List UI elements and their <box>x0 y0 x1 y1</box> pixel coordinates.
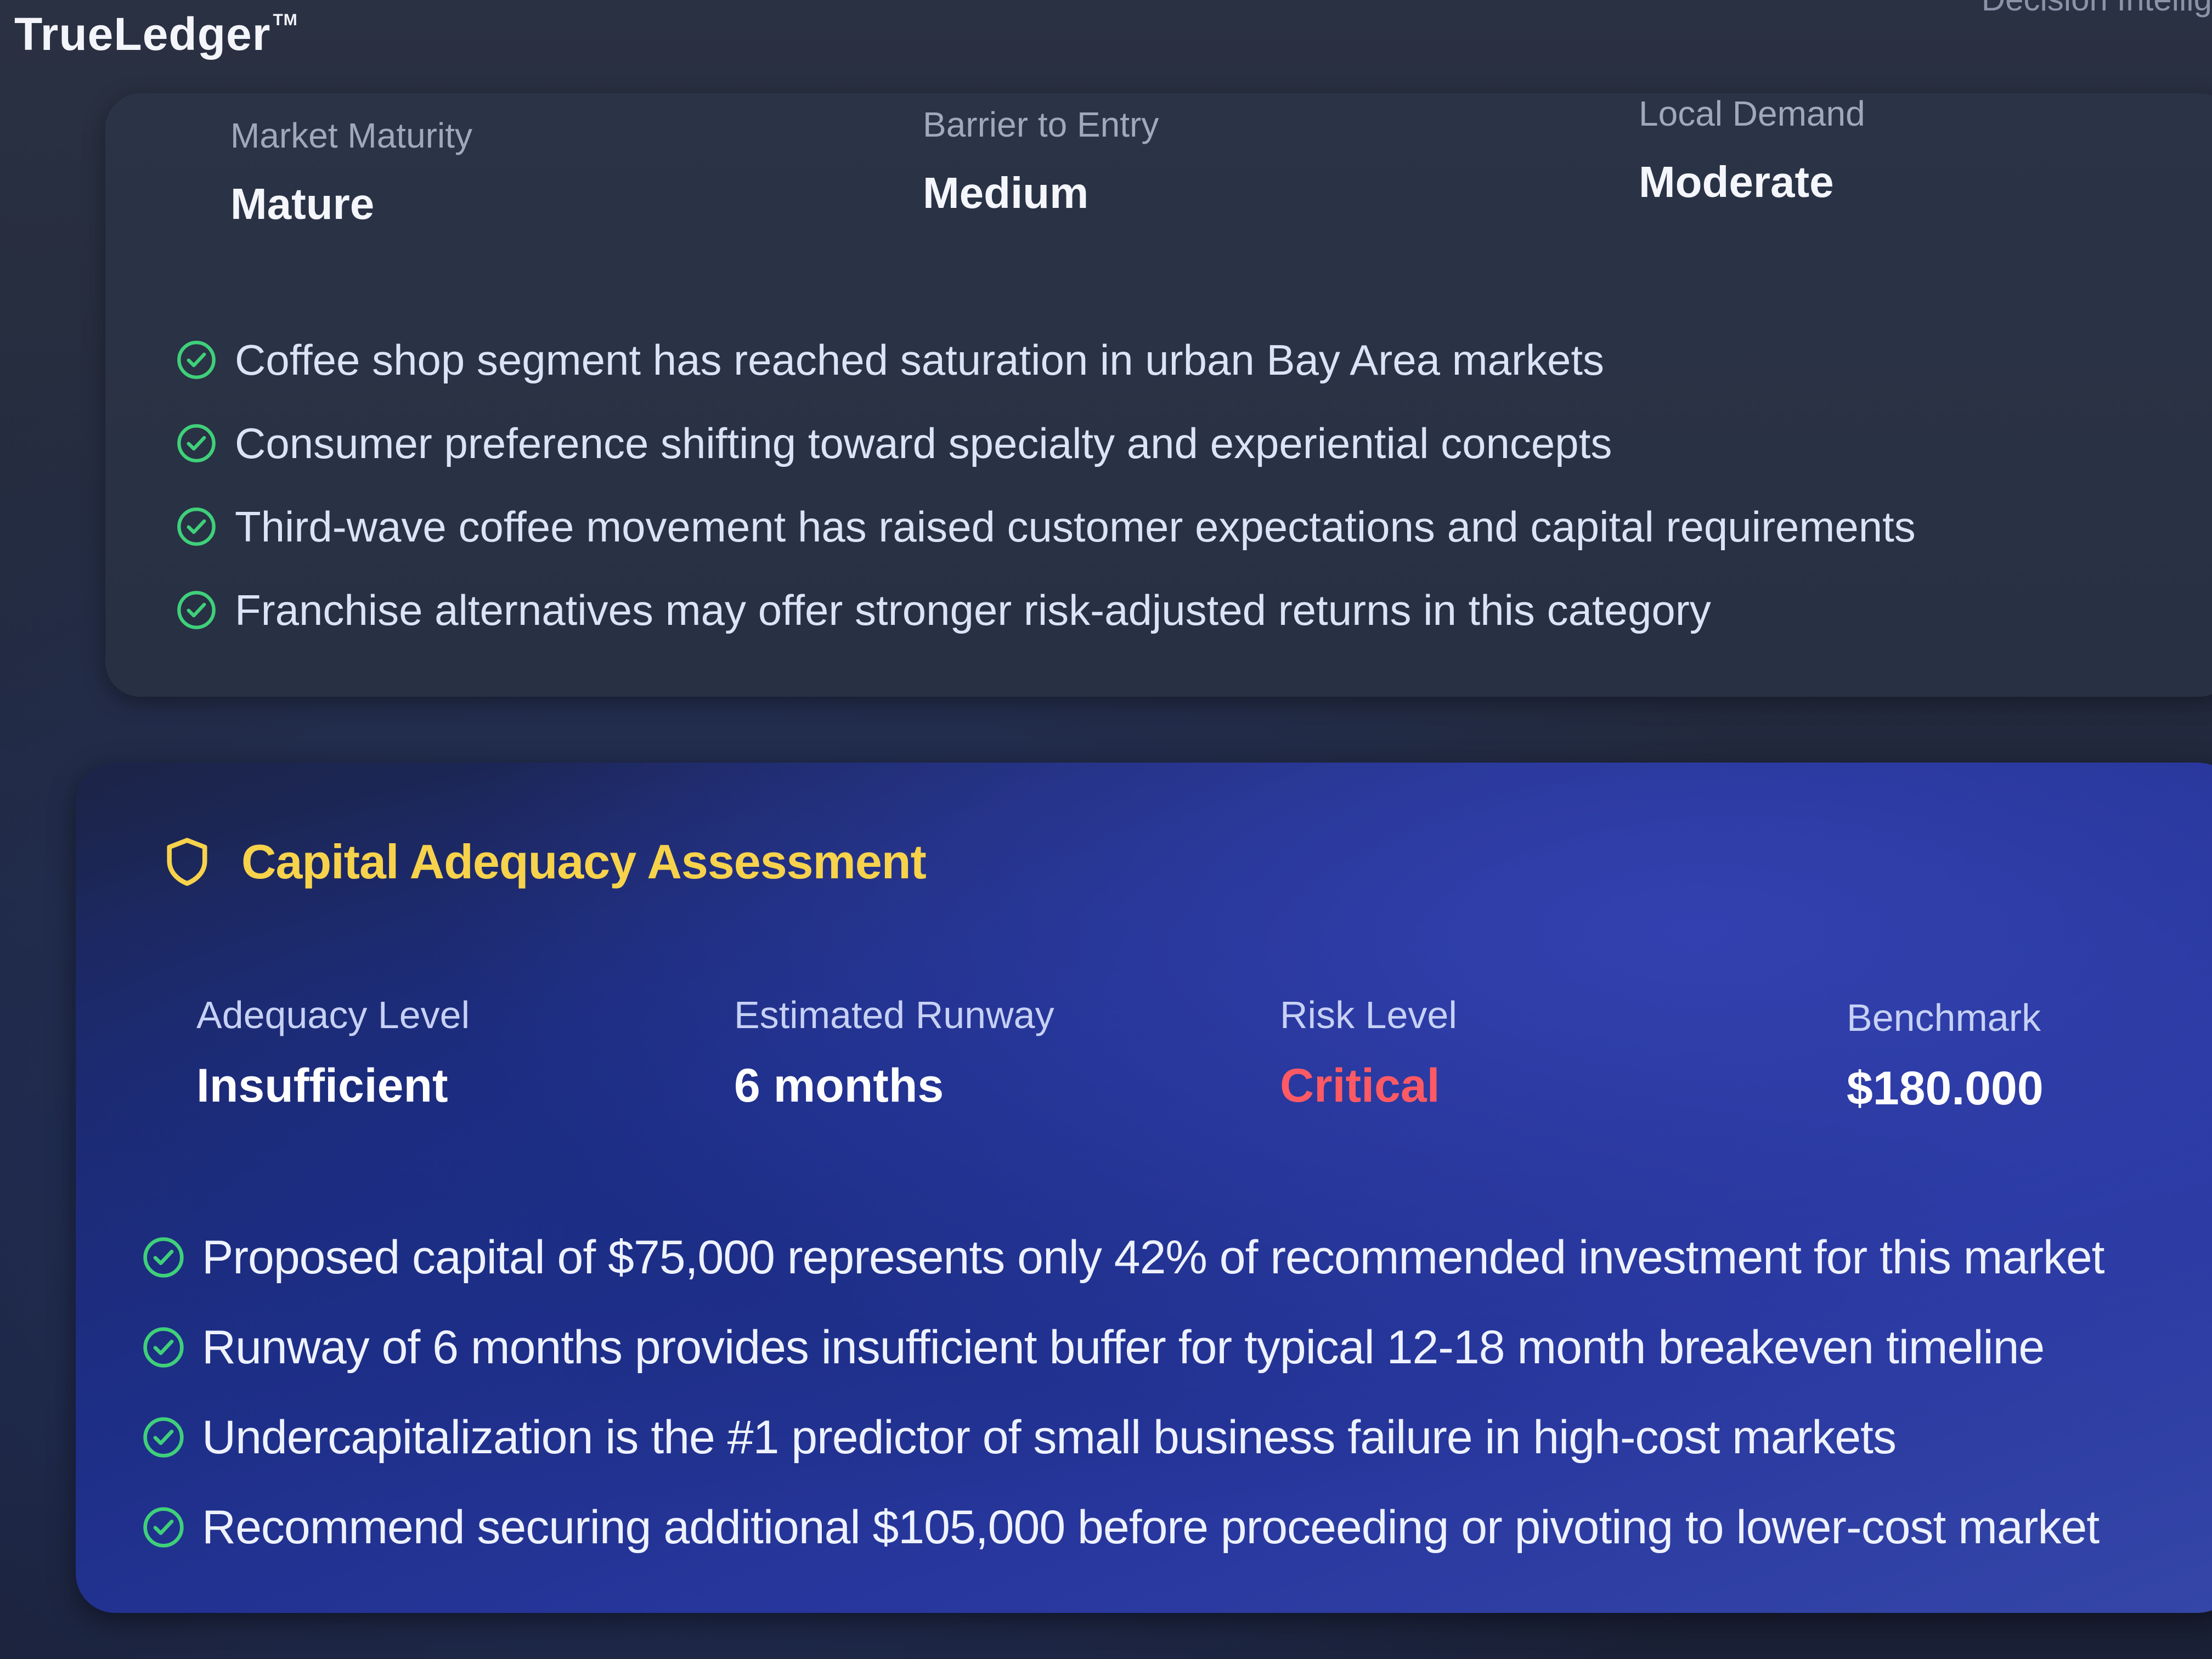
card-title: Capital Adequacy Assessment <box>241 834 927 889</box>
metric-benchmark: Benchmark $180.000 <box>1847 996 2044 1116</box>
list-item: Runway of 6 months provides insufficient… <box>142 1302 2104 1392</box>
metric-adequacy-level: Adequacy Level Insufficient <box>196 993 470 1113</box>
check-circle-icon <box>177 341 216 379</box>
metric-value: 6 months <box>734 1059 944 1112</box>
metric-estimated-runway: Estimated Runway 6 months <box>734 993 1054 1113</box>
metric-value: Moderate <box>1639 157 1834 206</box>
metric-barrier-to-entry: Barrier to Entry Medium <box>923 104 1159 218</box>
insight-text: Franchise alternatives may offer stronge… <box>235 585 1711 634</box>
insight-text: Coffee shop segment has reached saturati… <box>235 335 1605 384</box>
check-circle-icon <box>143 1327 184 1368</box>
insight-text: Third-wave coffee movement has raised cu… <box>235 502 1916 551</box>
metric-risk-level: Risk Level Critical <box>1280 993 1457 1113</box>
check-circle-icon <box>177 591 216 629</box>
metric-value: Medium <box>923 168 1089 217</box>
metric-label: Benchmark <box>1847 996 2041 1039</box>
metric-label: Local Demand <box>1639 94 1865 133</box>
insight-text: Consumer preference shifting toward spec… <box>235 419 1612 467</box>
card-header: Capital Adequacy Assessment <box>163 834 927 890</box>
insight-text: Recommend securing additional $105,000 b… <box>202 1500 2100 1554</box>
list-item: Franchise alternatives may offer stronge… <box>176 568 1916 652</box>
metric-label: Estimated Runway <box>734 994 1054 1036</box>
metric-market-maturity: Market Maturity Mature <box>230 115 472 229</box>
metric-value: Mature <box>230 179 375 228</box>
check-circle-icon <box>143 1237 184 1278</box>
check-circle-icon <box>177 507 216 546</box>
check-circle-icon <box>177 424 216 462</box>
list-item: Consumer preference shifting toward spec… <box>176 402 1916 485</box>
list-item: Undercapitalization is the #1 predictor … <box>142 1392 2104 1482</box>
header-title-fragment: Decision Intellig <box>1982 0 2212 18</box>
insight-text: Undercapitalization is the #1 predictor … <box>202 1410 1897 1464</box>
app-screen: TrueLedgerTM Decision Intellig Market Ma… <box>0 0 2212 1659</box>
insight-text: Runway of 6 months provides insufficient… <box>202 1321 2045 1374</box>
check-circle-icon <box>143 1507 184 1548</box>
trademark-mark: TM <box>273 11 298 29</box>
metric-label: Risk Level <box>1280 994 1457 1036</box>
metric-label: Barrier to Entry <box>923 105 1159 144</box>
shield-icon <box>167 838 207 886</box>
list-item: Proposed capital of $75,000 represents o… <box>142 1212 2105 1302</box>
metric-label: Adequacy Level <box>196 994 470 1036</box>
list-item: Recommend securing additional $105,000 b… <box>142 1482 2104 1572</box>
capital-adequacy-card: Capital Adequacy Assessment Adequacy Lev… <box>76 763 2212 1613</box>
metric-local-demand: Local Demand Moderate <box>1639 93 1865 207</box>
metric-value: Insufficient <box>196 1059 448 1112</box>
metric-value: $180.000 <box>1847 1062 2044 1115</box>
check-circle-icon <box>143 1417 184 1458</box>
brand-name: TrueLedger <box>14 8 271 60</box>
risk-status-value: Critical <box>1280 1059 1440 1112</box>
market-insights-list: Coffee shop segment has reached saturati… <box>176 318 1916 652</box>
brand-logo[interactable]: TrueLedger TM <box>14 8 298 61</box>
metric-label: Market Maturity <box>230 116 472 155</box>
list-item: Coffee shop segment has reached saturati… <box>176 318 1916 402</box>
insight-text: Proposed capital of $75,000 represents o… <box>202 1231 2105 1284</box>
list-item: Third-wave coffee movement has raised cu… <box>176 485 1916 568</box>
capital-insights-list: Proposed capital of $75,000 represents o… <box>142 1212 2105 1572</box>
